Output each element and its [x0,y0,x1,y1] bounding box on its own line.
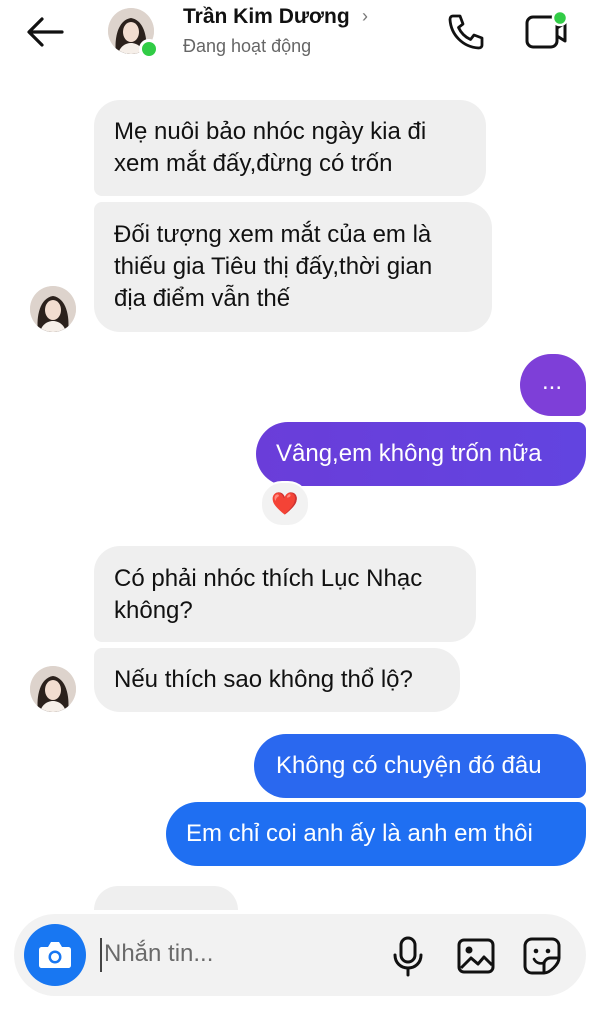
online-status-dot [139,39,159,59]
back-button[interactable] [22,12,66,52]
voice-message-button[interactable] [388,934,428,978]
video-call-button[interactable] [522,8,572,54]
back-arrow-icon [27,17,64,47]
chevron-right-icon[interactable]: › [362,6,368,27]
message-bubble-incoming[interactable]: Đối tượng xem mắt của em là thiếu gia Ti… [94,202,492,332]
heart-reaction[interactable]: ❤️ [260,481,310,527]
sticker-button[interactable] [520,934,564,978]
gallery-button[interactable] [454,934,498,978]
message-bubble-incoming-partial[interactable] [94,886,238,910]
contact-name[interactable]: Trần Kim Dương [183,5,350,29]
message-bubble-outgoing[interactable]: Em chỉ coi anh ấy là anh em thôi [166,802,586,866]
message-line: địa điểm vẫn thế [114,285,291,312]
message-line: Mẹ nuôi bảo nhóc ngày kia đi [114,118,427,145]
message-bubble-outgoing[interactable]: Vâng,em không trốn nữa [256,422,586,486]
message-line: Vâng,em không trốn nữa [276,440,542,467]
message-line: xem mắt đấy,đừng có trốn [114,150,393,177]
message-line: Nếu thích sao không thổ lộ? [114,666,413,693]
message-line: ... [542,368,563,395]
message-line: Em chỉ coi anh ấy là anh em thôi [186,820,533,847]
message-bubble-incoming[interactable]: Mẹ nuôi bảo nhóc ngày kia đi xem mắt đấy… [94,100,486,196]
voice-call-button[interactable] [444,10,488,54]
chat-header: Trần Kim Dương › Đang hoạt động [0,0,600,70]
message-line: Có phải nhóc thích Lục Nhạc [114,565,423,592]
message-bubble-outgoing[interactable]: Không có chuyện đó đâu [254,734,586,798]
sender-avatar[interactable] [30,286,76,332]
contact-status: Đang hoạt động [183,36,312,56]
text-caret [100,938,102,972]
message-bubble-incoming[interactable]: Nếu thích sao không thổ lộ? [94,648,460,712]
message-input[interactable]: Nhắn tin... [104,940,213,968]
phone-icon [448,14,484,50]
message-line: không? [114,597,193,624]
message-line: Không có chuyện đó đâu [276,752,542,779]
sticker-icon [523,937,561,975]
camera-icon [39,942,71,968]
microphone-icon [393,936,423,977]
sender-avatar[interactable] [30,666,76,712]
gallery-icon [457,938,495,974]
camera-button[interactable] [24,924,86,986]
message-bubble-incoming[interactable]: Có phải nhóc thích Lục Nhạc không? [94,546,476,642]
contact-avatar[interactable] [108,8,159,59]
message-bubble-outgoing[interactable]: ... [520,354,586,416]
video-call-icon [525,9,569,49]
message-line: thiếu gia Tiêu thị đấy,thời gian [114,253,433,280]
message-line: Đối tượng xem mắt của em là [114,221,432,248]
